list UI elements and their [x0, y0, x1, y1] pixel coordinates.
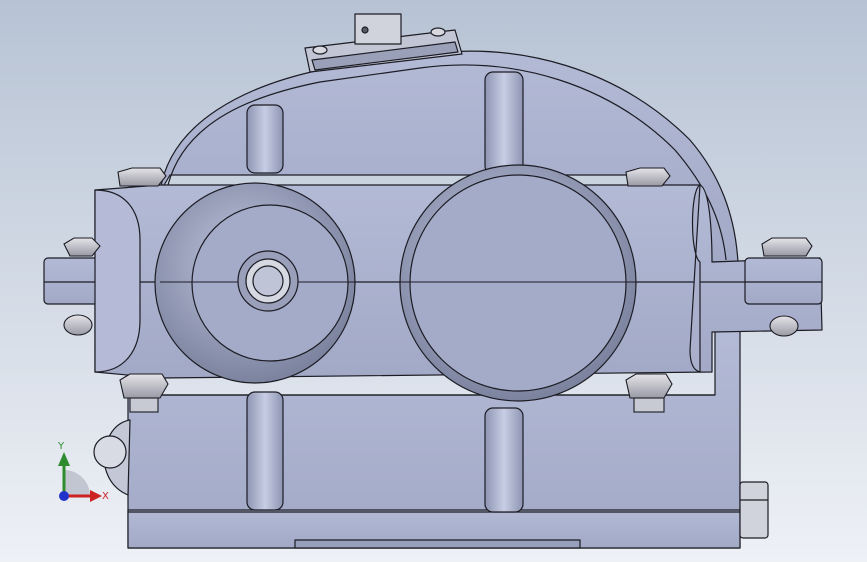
right-flange-ear — [744, 257, 823, 305]
rib-lower-left — [246, 391, 284, 511]
bolt-under-right — [769, 315, 799, 337]
vent-plug-hole — [361, 26, 369, 34]
bolt-stud-left — [129, 397, 159, 413]
base-foot-recess — [294, 539, 581, 549]
bolt-top-left — [117, 167, 167, 187]
rib-lower-right — [484, 407, 524, 513]
cover-screw-left — [312, 45, 328, 55]
y-axis-label: Y — [58, 441, 65, 452]
rib-upper-left — [246, 104, 284, 174]
triad-quadrant — [64, 470, 90, 496]
x-axis-label: X — [102, 491, 109, 502]
bolt-ear-right — [761, 237, 813, 257]
right-bearing-cap — [409, 174, 627, 392]
cover-screw-right — [430, 27, 446, 37]
bolt-bottom-left — [119, 373, 169, 399]
left-flange-bulge — [94, 189, 141, 373]
bolt-under-left — [63, 314, 93, 336]
graphics-viewport[interactable] — [0, 0, 867, 562]
bolt-top-right — [625, 167, 671, 187]
z-axis-point-icon — [59, 491, 69, 501]
input-shaft-bore — [252, 265, 284, 297]
bolt-ear-left — [63, 237, 101, 257]
drain-plug — [739, 481, 769, 539]
bolt-stud-right — [633, 397, 665, 413]
reference-triad: Y X — [44, 440, 114, 512]
rib-upper-right — [484, 71, 524, 175]
bolt-bottom-right — [625, 373, 673, 399]
